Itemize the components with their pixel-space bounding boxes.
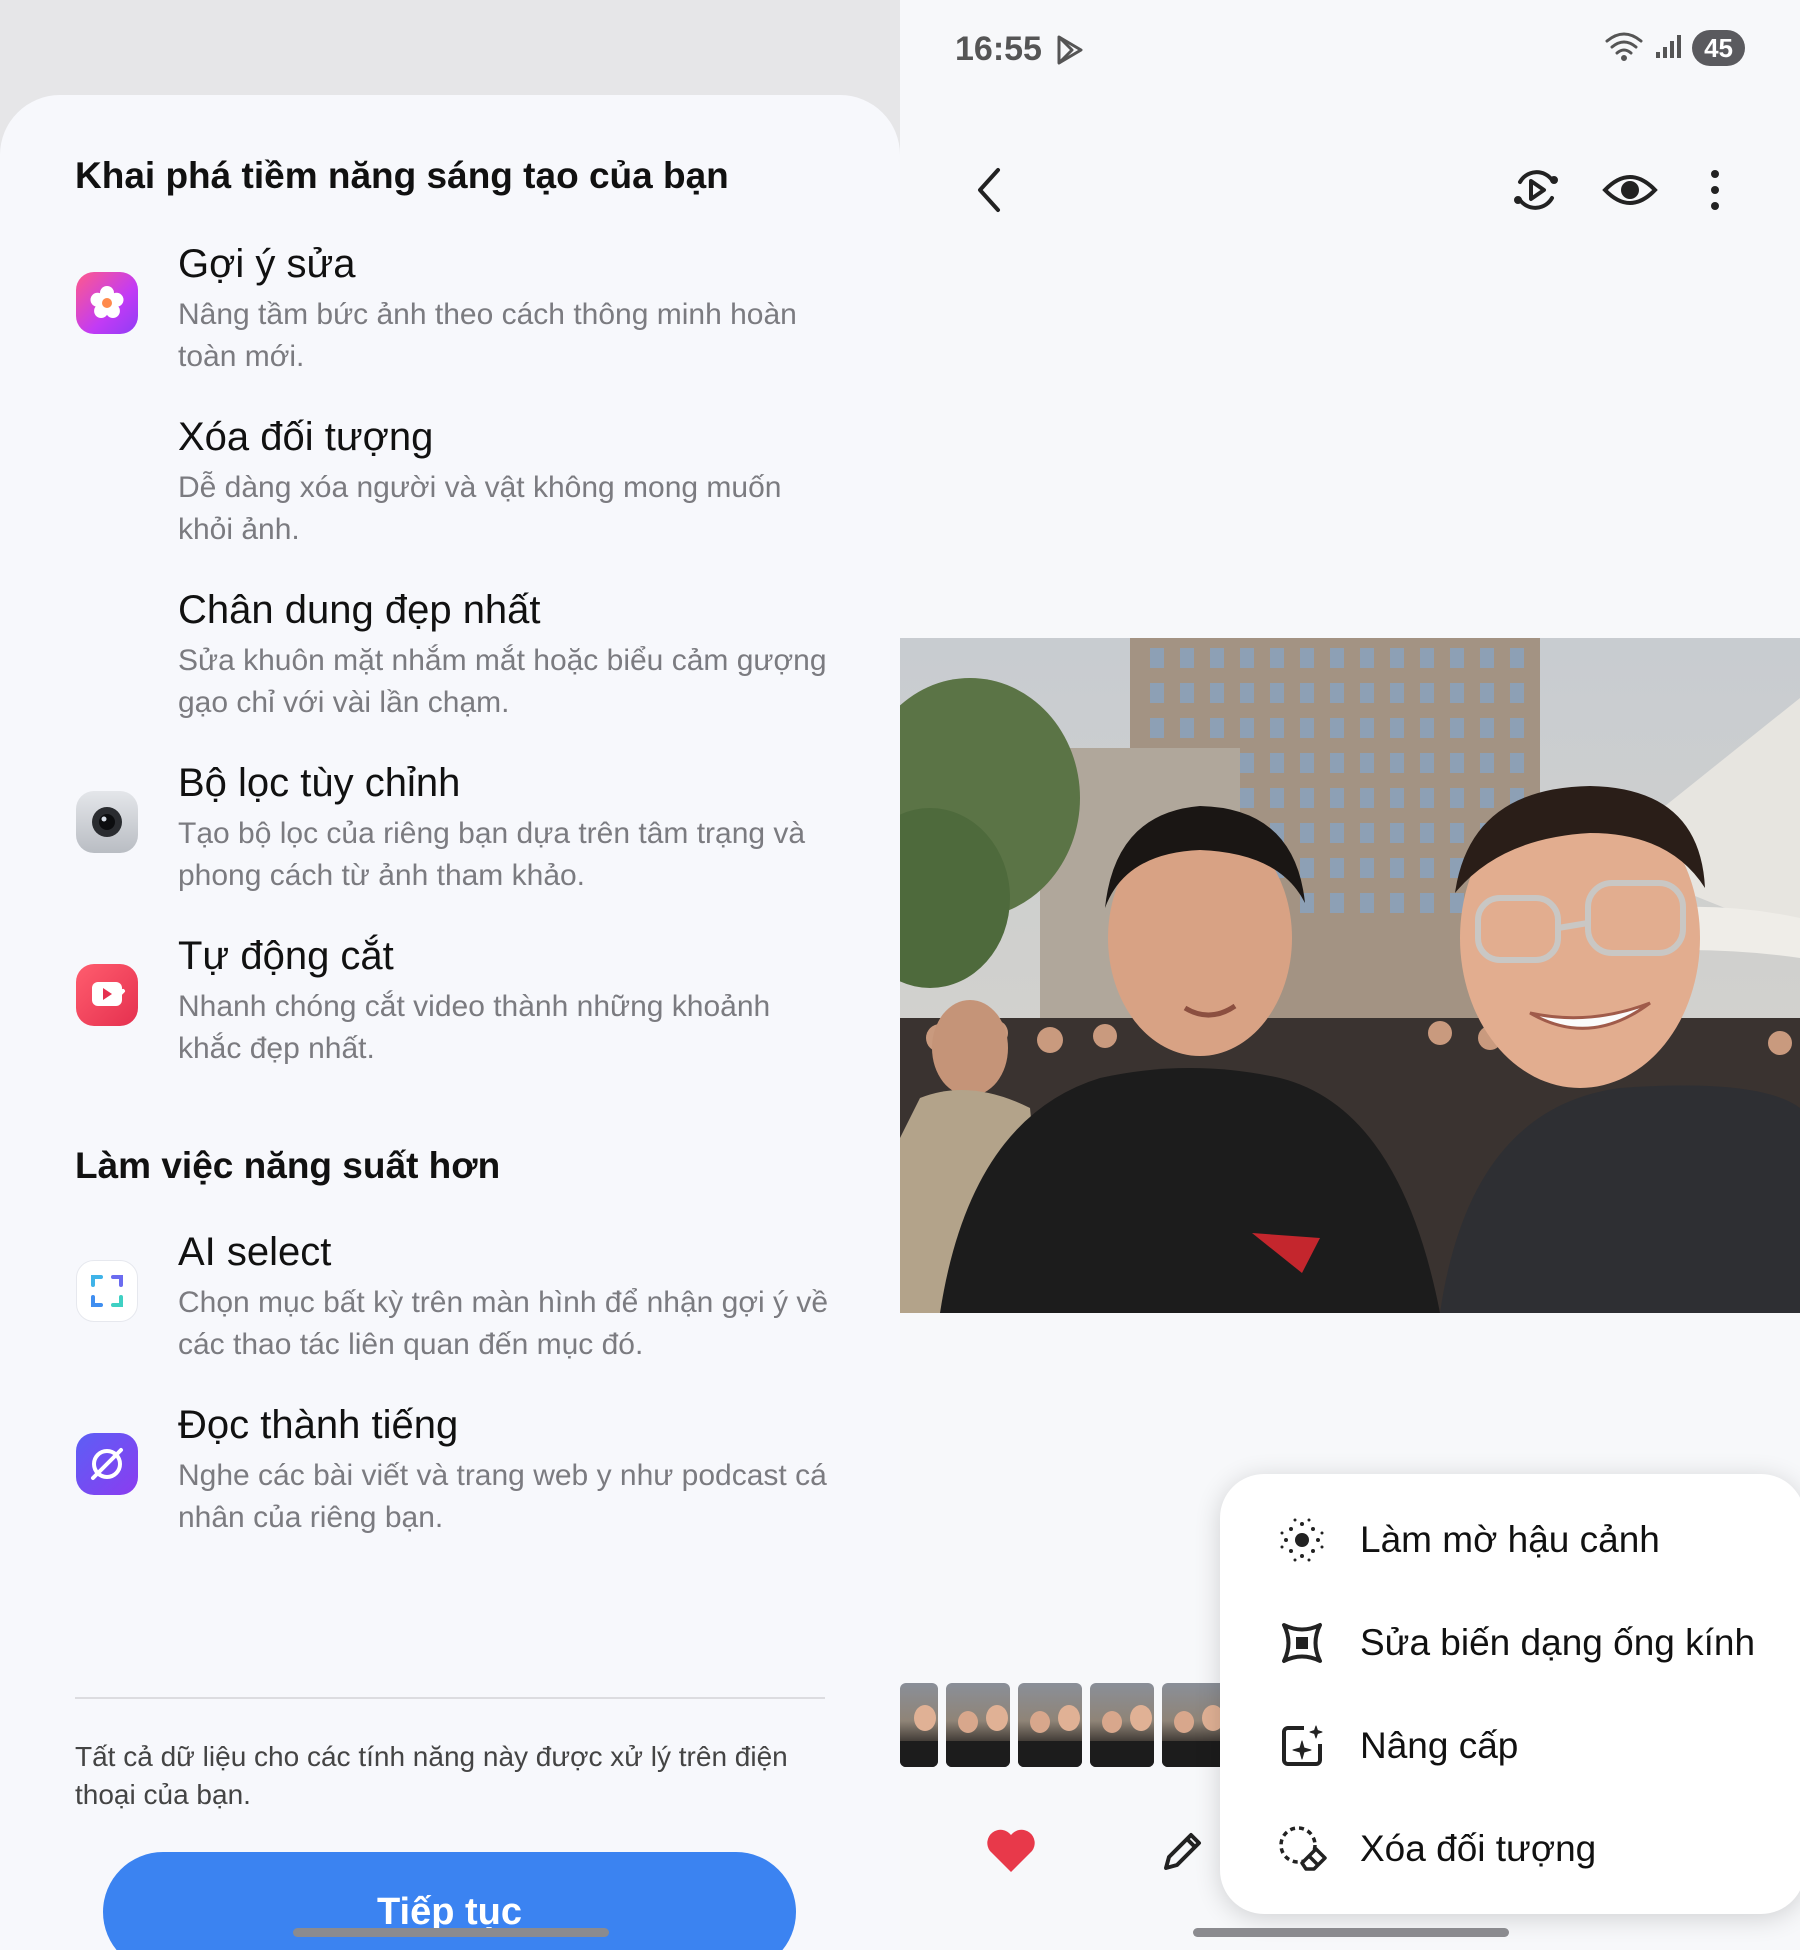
status-time: 16:55 xyxy=(955,30,1042,68)
feature-description: Nghe các bài viết và trang web y như pod… xyxy=(178,1459,827,1534)
battery-level: 45 xyxy=(1692,30,1745,66)
video-editor-icon xyxy=(76,964,138,1026)
feature-item: Chân dung đẹp nhất Sửa khuôn mặt nhắm mắ… xyxy=(0,588,900,748)
view-eye-button[interactable] xyxy=(1600,160,1660,220)
feature-title: Đọc thành tiếng xyxy=(178,1403,459,1447)
object-eraser-icon xyxy=(1272,1819,1332,1879)
feature-item: AI select Chọn mục bất kỳ trên màn hình … xyxy=(0,1230,900,1390)
feature-item: Gợi ý sửa Nâng tầm bức ảnh theo cách thô… xyxy=(0,242,900,402)
menu-item-label: Nâng cấp xyxy=(1360,1725,1519,1766)
status-indicators: 45 xyxy=(1604,30,1745,66)
ai-select-icon xyxy=(76,1260,138,1322)
lens-distortion-icon xyxy=(1272,1613,1332,1673)
home-indicator[interactable] xyxy=(1193,1928,1509,1937)
feature-title: Xóa đối tượng xyxy=(178,415,434,459)
feature-description: Chọn mục bất kỳ trên màn hình để nhận gợ… xyxy=(178,1286,829,1361)
thumbnail[interactable] xyxy=(1162,1683,1226,1767)
feature-item: Xóa đối tượng Dễ dàng xóa người và vật k… xyxy=(0,415,900,575)
wifi-icon xyxy=(1604,31,1644,66)
menu-item-label: Sửa biến dạng ống kính xyxy=(1360,1622,1756,1663)
play-store-icon xyxy=(1055,34,1085,71)
feature-description: Tạo bộ lọc của riêng bạn dựa trên tâm tr… xyxy=(178,817,806,892)
selfie-photo[interactable] xyxy=(900,638,1800,1313)
signal-icon xyxy=(1654,32,1682,65)
section-title-creative: Khai phá tiềm năng sáng tạo của bạn xyxy=(75,155,729,196)
menu-item-lens-distortion[interactable]: Sửa biến dạng ống kính xyxy=(1220,1593,1800,1693)
left-panel: Khai phá tiềm năng sáng tạo của bạn Gợi … xyxy=(0,0,900,1950)
feature-description: Sửa khuôn mặt nhắm mắt hoặc biểu cảm gượ… xyxy=(178,644,827,719)
camera-icon xyxy=(76,791,138,853)
internet-browser-icon xyxy=(76,1433,138,1495)
more-options-button[interactable] xyxy=(1685,160,1745,220)
background-blur-icon xyxy=(1272,1510,1332,1570)
back-button[interactable] xyxy=(960,160,1020,220)
menu-item-label: Làm mờ hậu cảnh xyxy=(1360,1519,1660,1560)
features-sheet: Khai phá tiềm năng sáng tạo của bạn Gợi … xyxy=(0,95,900,1950)
favorite-heart-icon[interactable] xyxy=(985,1828,1037,1879)
thumbnail[interactable] xyxy=(946,1683,1010,1767)
feature-title: Chân dung đẹp nhất xyxy=(178,588,541,632)
feature-item: Bộ lọc tùy chỉnh Tạo bộ lọc của riêng bạ… xyxy=(0,761,900,921)
feature-description: Nâng tầm bức ảnh theo cách thông minh ho… xyxy=(178,298,797,373)
feature-title: Bộ lọc tùy chỉnh xyxy=(178,761,461,805)
thumbnail-strip xyxy=(900,1683,1226,1767)
feature-title: AI select xyxy=(178,1230,332,1274)
menu-item-background-blur[interactable]: Làm mờ hậu cảnh xyxy=(1220,1490,1800,1590)
feature-title: Gợi ý sửa xyxy=(178,242,356,286)
feature-title: Tự động cắt xyxy=(178,934,394,978)
menu-item-object-eraser[interactable]: Xóa đối tượng xyxy=(1220,1799,1800,1899)
feature-description: Nhanh chóng cắt video thành những khoảnh… xyxy=(178,990,771,1065)
feature-item: Tự động cắt Nhanh chóng cắt video thành … xyxy=(0,934,900,1094)
gallery-flower-icon xyxy=(76,272,138,334)
menu-item-label: Xóa đối tượng xyxy=(1360,1828,1597,1869)
divider xyxy=(75,1697,825,1699)
more-tools-menu: Làm mờ hậu cảnh Sửa biến dạng ống kính N… xyxy=(1220,1474,1800,1914)
upscale-sparkle-icon xyxy=(1272,1716,1332,1776)
edit-pencil-icon[interactable] xyxy=(1158,1826,1208,1881)
feature-description: Dễ dàng xóa người và vật không mong muốn… xyxy=(178,471,782,546)
right-panel: 16:55 45 Làm mờ hậu cảnh Sửa biến dạng ố… xyxy=(900,0,1800,1950)
motion-photo-button[interactable] xyxy=(1506,160,1566,220)
thumbnail[interactable] xyxy=(1090,1683,1154,1767)
thumbnail[interactable] xyxy=(900,1683,938,1767)
thumbnail[interactable] xyxy=(1018,1683,1082,1767)
menu-item-upscale[interactable]: Nâng cấp xyxy=(1220,1696,1800,1796)
home-indicator[interactable] xyxy=(293,1928,609,1937)
privacy-footnote: Tất cả dữ liệu cho các tính năng này đượ… xyxy=(75,1741,788,1810)
section-title-productivity: Làm việc năng suất hơn xyxy=(75,1145,501,1186)
feature-item: Đọc thành tiếng Nghe các bài viết và tra… xyxy=(0,1403,900,1563)
